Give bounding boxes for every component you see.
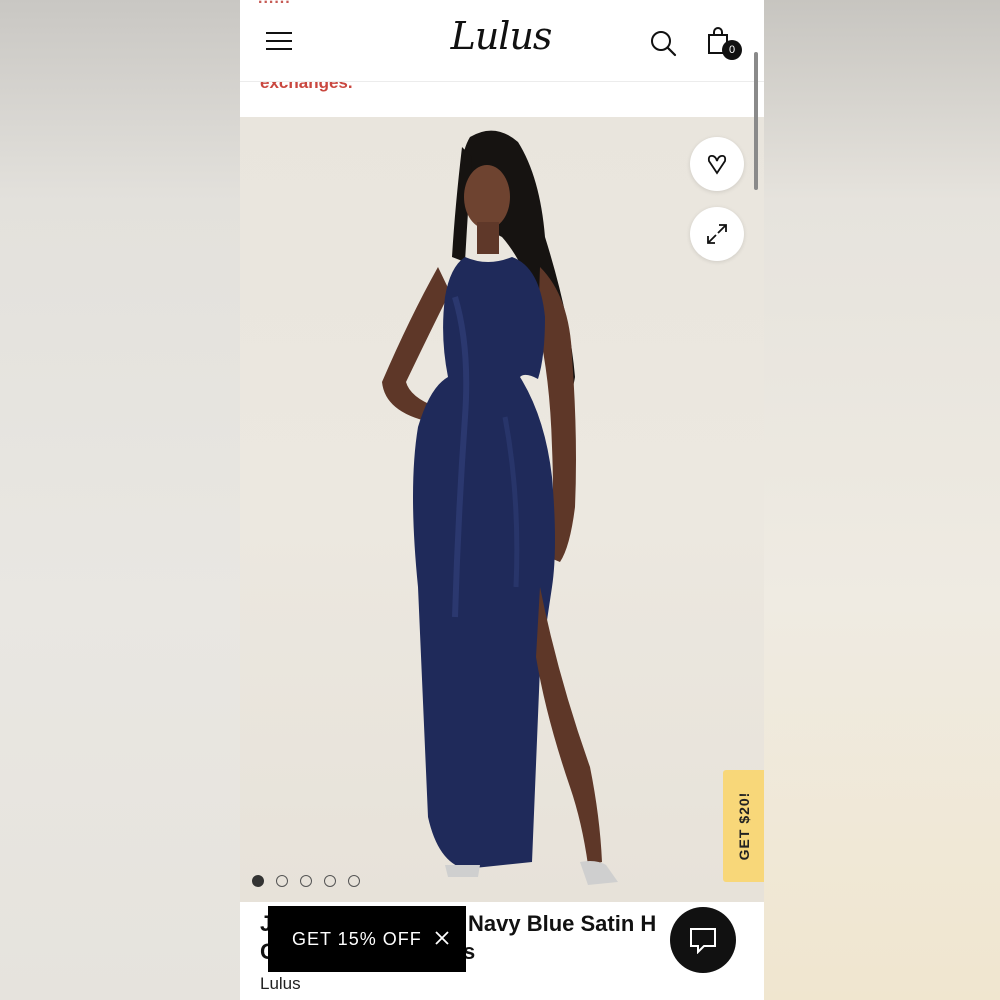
cart-count-badge: 0 <box>722 40 742 60</box>
promo-banner-text: ...... <box>258 0 291 8</box>
scrollbar[interactable] <box>754 52 758 190</box>
heart-icon <box>707 154 727 175</box>
chat-icon <box>690 928 716 954</box>
expand-button[interactable] <box>690 207 744 261</box>
carousel-dot-4[interactable] <box>324 875 336 887</box>
background-left <box>0 0 240 1000</box>
carousel-indicators <box>252 875 360 887</box>
get-20-tab[interactable]: GET $20! <box>723 770 764 882</box>
carousel-dot-3[interactable] <box>300 875 312 887</box>
mobile-page: ...... Lulus 0 exchanges. <box>240 0 764 1000</box>
search-icon[interactable] <box>650 30 678 58</box>
site-header: ...... Lulus 0 <box>240 0 764 82</box>
chat-button[interactable] <box>670 907 736 973</box>
carousel-dot-1[interactable] <box>252 875 264 887</box>
product-gallery[interactable] <box>240 117 764 902</box>
discount-popup[interactable]: GET 15% OFF <box>268 906 466 972</box>
discount-label: GET 15% OFF <box>292 928 422 949</box>
expand-icon <box>707 224 727 244</box>
carousel-dot-2[interactable] <box>276 875 288 887</box>
get-20-label: GET $20! <box>735 791 752 861</box>
background-right <box>764 0 1000 1000</box>
carousel-dot-5[interactable] <box>348 875 360 887</box>
close-icon[interactable] <box>434 930 450 946</box>
product-brand: Lulus <box>260 974 301 993</box>
menu-icon[interactable] <box>266 30 292 52</box>
shopping-bag-icon[interactable]: 0 <box>706 26 746 62</box>
logo[interactable]: Lulus <box>446 14 556 62</box>
product-title-visible: Navy Blue Satin H <box>468 911 657 936</box>
product-photo <box>382 130 618 885</box>
wishlist-button[interactable] <box>690 137 744 191</box>
